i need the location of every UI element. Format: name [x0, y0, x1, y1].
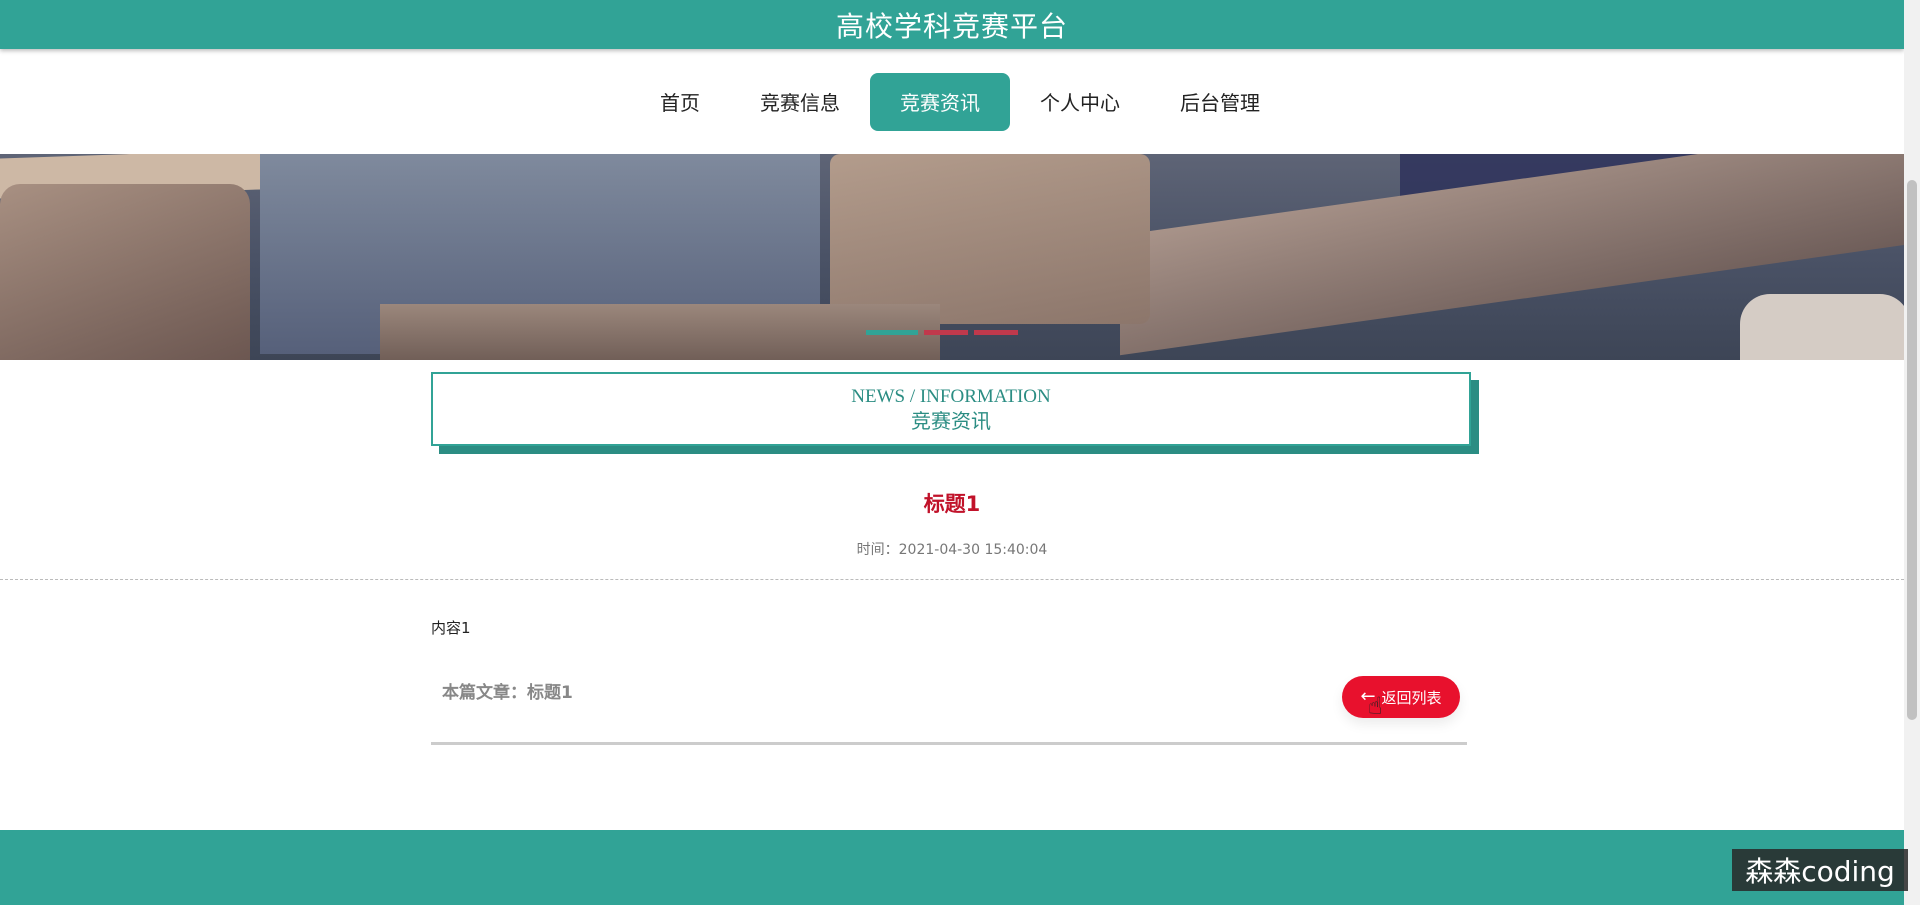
- banner-chair-left: [0, 184, 250, 360]
- watermark: 森森coding: [1732, 849, 1908, 891]
- scrollbar[interactable]: [1904, 0, 1920, 905]
- nav-item-admin[interactable]: 后台管理: [1150, 73, 1290, 131]
- nav-list: 首页 竞赛信息 竞赛资讯 个人中心 后台管理: [630, 72, 1290, 131]
- article-title: 标题1: [923, 492, 981, 516]
- carousel-dot[interactable]: [924, 330, 968, 335]
- section-title-cn: 竞赛资讯: [911, 409, 991, 433]
- scrollbar-thumb[interactable]: [1907, 180, 1917, 720]
- carousel-indicators: [866, 330, 1018, 335]
- back-to-list-button[interactable]: ← 返回列表: [1342, 676, 1460, 718]
- article-footer-row: 本篇文章：标题1 ← 返回列表: [431, 670, 1467, 745]
- nav-item-personal-center[interactable]: 个人中心: [1010, 73, 1150, 131]
- footer: [0, 830, 1904, 905]
- carousel-dot[interactable]: [974, 330, 1018, 335]
- current-article-label: 本篇文章：标题1: [442, 683, 573, 703]
- banner-image: [0, 154, 1904, 360]
- banner-chair-right: [1740, 294, 1904, 360]
- divider: [0, 579, 1904, 580]
- back-to-list-label: 返回列表: [1381, 688, 1442, 707]
- nav-item-competition-news[interactable]: 竞赛资讯: [870, 72, 1010, 131]
- article-time: 时间：2021-04-30 15:40:04: [856, 542, 1048, 558]
- article-content: 内容1: [431, 619, 471, 637]
- banner-chair: [830, 154, 1150, 324]
- section-heading: NEWS / INFORMATION 竞赛资讯: [431, 372, 1471, 446]
- main-nav: 首页 竞赛信息 竞赛资讯 个人中心 后台管理: [0, 49, 1904, 154]
- banner-desk-front: [380, 304, 940, 360]
- nav-item-competition-info[interactable]: 竞赛信息: [730, 73, 870, 131]
- nav-item-home[interactable]: 首页: [630, 73, 730, 131]
- site-title: 高校学科竞赛平台: [835, 9, 1068, 43]
- section-title-en: NEWS / INFORMATION: [851, 386, 1051, 407]
- carousel-dot-active[interactable]: [866, 330, 918, 335]
- hand-cursor-icon: ☝: [1368, 692, 1383, 720]
- header-bar: 高校学科竞赛平台: [0, 0, 1904, 49]
